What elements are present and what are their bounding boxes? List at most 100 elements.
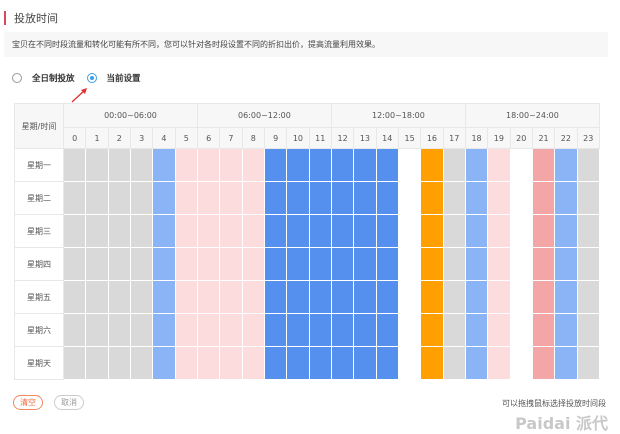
time-slot-cell[interactable]: [487, 280, 511, 314]
time-slot-cell[interactable]: [196, 214, 221, 248]
time-slot-cell[interactable]: [375, 181, 399, 215]
time-slot-cell[interactable]: [487, 214, 511, 248]
time-slot-cell[interactable]: [308, 181, 332, 215]
time-slot-cell[interactable]: [308, 280, 332, 314]
time-slot-cell[interactable]: [62, 346, 87, 380]
time-slot-cell[interactable]: [263, 148, 288, 182]
time-slot-cell[interactable]: [531, 346, 556, 380]
time-slot-cell[interactable]: [241, 313, 265, 347]
time-slot-cell[interactable]: [531, 313, 556, 347]
time-slot-cell[interactable]: [286, 214, 310, 248]
time-slot-cell[interactable]: [286, 280, 310, 314]
time-slot-cell[interactable]: [196, 247, 221, 281]
time-slot-cell[interactable]: [219, 181, 243, 215]
time-slot-cell[interactable]: [420, 148, 444, 182]
time-slot-cell[interactable]: [576, 280, 601, 314]
time-slot-cell[interactable]: [330, 313, 355, 347]
time-slot-cell[interactable]: [62, 280, 87, 314]
time-slot-cell[interactable]: [107, 181, 131, 215]
time-slot-cell[interactable]: [554, 214, 578, 248]
time-slot-cell[interactable]: [196, 181, 221, 215]
time-slot-cell[interactable]: [464, 148, 489, 182]
time-slot-cell[interactable]: [62, 148, 87, 182]
time-slot-cell[interactable]: [174, 313, 198, 347]
time-slot-cell[interactable]: [353, 247, 377, 281]
time-slot-cell[interactable]: [129, 181, 154, 215]
time-slot-cell[interactable]: [219, 148, 243, 182]
time-slot-cell[interactable]: [576, 346, 601, 380]
time-slot-cell[interactable]: [531, 148, 556, 182]
time-slot-cell[interactable]: [85, 181, 109, 215]
time-slot-cell[interactable]: [531, 181, 556, 215]
time-slot-cell[interactable]: [353, 148, 377, 182]
time-slot-cell[interactable]: [152, 313, 176, 347]
time-slot-cell[interactable]: [85, 346, 109, 380]
time-slot-cell[interactable]: [152, 214, 176, 248]
time-slot-cell[interactable]: [397, 313, 422, 347]
time-slot-cell[interactable]: [375, 346, 399, 380]
time-slot-cell[interactable]: [129, 214, 154, 248]
time-slot-cell[interactable]: [241, 247, 265, 281]
time-slot-cell[interactable]: [487, 148, 511, 182]
time-slot-cell[interactable]: [531, 280, 556, 314]
time-slot-cell[interactable]: [85, 148, 109, 182]
time-slot-cell[interactable]: [196, 313, 221, 347]
time-slot-cell[interactable]: [263, 181, 288, 215]
time-slot-cell[interactable]: [442, 214, 466, 248]
time-slot-cell[interactable]: [196, 280, 221, 314]
time-slot-cell[interactable]: [107, 313, 131, 347]
time-slot-cell[interactable]: [464, 313, 489, 347]
clear-button[interactable]: 清空: [13, 395, 43, 410]
time-slot-cell[interactable]: [554, 346, 578, 380]
time-slot-cell[interactable]: [107, 247, 131, 281]
time-slot-cell[interactable]: [442, 346, 466, 380]
time-slot-cell[interactable]: [62, 247, 87, 281]
time-slot-cell[interactable]: [397, 148, 422, 182]
time-slot-cell[interactable]: [286, 148, 310, 182]
time-slot-cell[interactable]: [375, 280, 399, 314]
time-slot-cell[interactable]: [308, 148, 332, 182]
time-slot-cell[interactable]: [308, 346, 332, 380]
time-slot-cell[interactable]: [487, 346, 511, 380]
time-slot-cell[interactable]: [107, 280, 131, 314]
time-slot-cell[interactable]: [196, 346, 221, 380]
time-slot-cell[interactable]: [509, 346, 533, 380]
time-slot-cell[interactable]: [464, 181, 489, 215]
time-slot-cell[interactable]: [420, 214, 444, 248]
time-slot-cell[interactable]: [464, 214, 489, 248]
time-slot-cell[interactable]: [442, 313, 466, 347]
time-slot-cell[interactable]: [509, 313, 533, 347]
time-slot-cell[interactable]: [62, 181, 87, 215]
time-slot-cell[interactable]: [554, 181, 578, 215]
time-slot-cell[interactable]: [129, 346, 154, 380]
time-slot-cell[interactable]: [196, 148, 221, 182]
time-slot-cell[interactable]: [152, 181, 176, 215]
time-slot-cell[interactable]: [330, 280, 355, 314]
time-slot-cell[interactable]: [152, 247, 176, 281]
time-slot-cell[interactable]: [241, 214, 265, 248]
time-slot-cell[interactable]: [420, 247, 444, 281]
cancel-button[interactable]: 取消: [54, 395, 84, 410]
time-slot-cell[interactable]: [174, 214, 198, 248]
time-slot-cell[interactable]: [420, 280, 444, 314]
time-slot-cell[interactable]: [554, 280, 578, 314]
time-slot-cell[interactable]: [531, 247, 556, 281]
time-slot-cell[interactable]: [397, 181, 422, 215]
time-slot-cell[interactable]: [375, 247, 399, 281]
time-slot-cell[interactable]: [263, 313, 288, 347]
radio-current-setting[interactable]: [86, 73, 97, 83]
time-slot-cell[interactable]: [107, 214, 131, 248]
time-slot-cell[interactable]: [375, 313, 399, 347]
time-slot-cell[interactable]: [174, 280, 198, 314]
time-slot-cell[interactable]: [129, 280, 154, 314]
time-slot-cell[interactable]: [509, 247, 533, 281]
time-slot-cell[interactable]: [263, 346, 288, 380]
time-slot-cell[interactable]: [308, 247, 332, 281]
time-slot-cell[interactable]: [129, 313, 154, 347]
time-slot-cell[interactable]: [464, 346, 489, 380]
schedule-grid[interactable]: 星期/时间 00:00~06:00 06:00~12:00 12:00~18:0…: [14, 103, 601, 380]
time-slot-cell[interactable]: [174, 181, 198, 215]
time-slot-cell[interactable]: [420, 346, 444, 380]
time-slot-cell[interactable]: [576, 181, 601, 215]
time-slot-cell[interactable]: [62, 214, 87, 248]
